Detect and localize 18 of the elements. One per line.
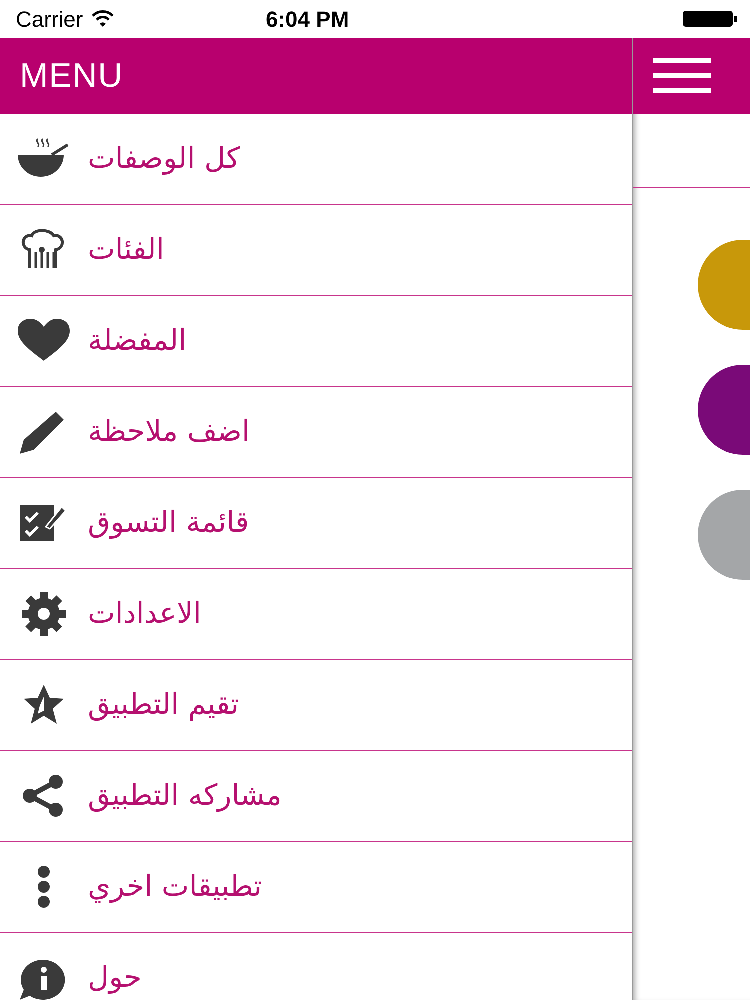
menu-item[interactable]: اضف ملاحظة: [0, 387, 632, 478]
menu-item[interactable]: حول: [0, 933, 632, 1000]
menu-item[interactable]: المفضلة: [0, 296, 632, 387]
menu-item[interactable]: تقيم التطبيق: [0, 660, 632, 751]
battery-icon: [682, 10, 738, 28]
menu-item[interactable]: قائمة التسوق: [0, 478, 632, 569]
heart-icon: [16, 319, 72, 363]
menu-item[interactable]: الاعدادات: [0, 569, 632, 660]
time-label: 6:04 PM: [266, 6, 350, 34]
menu-item[interactable]: الفئات: [0, 205, 632, 296]
wifi-icon: [91, 10, 116, 28]
carrier-label: Carrier: [16, 6, 84, 34]
menu-item[interactable]: تطبيقات اخري: [0, 842, 632, 933]
menu-item[interactable]: مشاركه التطبيق: [0, 751, 632, 842]
menu-title: MENU: [20, 56, 124, 96]
menu-item[interactable]: كل الوصفات: [0, 114, 632, 205]
menu-icon[interactable]: [653, 58, 711, 94]
more-icon: [38, 865, 50, 909]
